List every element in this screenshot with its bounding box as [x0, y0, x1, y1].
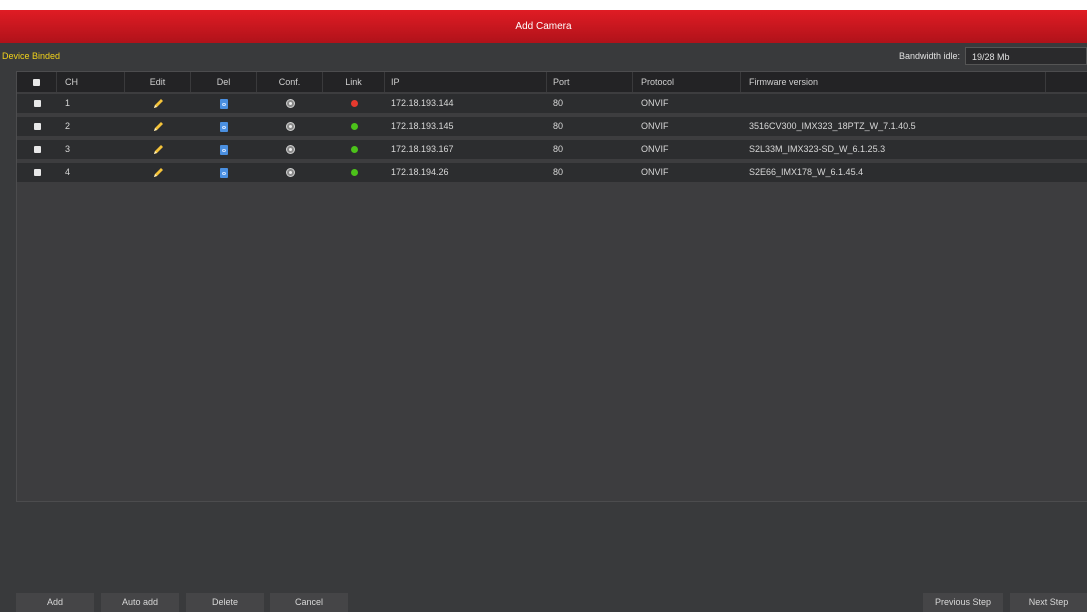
table-row[interactable]: 2 172.18.193.145 80 ONVIF 3516CV300_IMX323_1… — [17, 117, 1087, 138]
row-protocol: ONVIF — [641, 121, 669, 131]
row-ch: 4 — [65, 167, 71, 177]
row-protocol: ONVIF — [641, 144, 669, 154]
row-firmware: S2E66_IMX178_W_6.1.45.4 — [749, 167, 864, 177]
status-dot-icon — [323, 163, 385, 182]
table-row[interactable]: 1 172.18.193.144 80 ONVIF — [17, 94, 1087, 115]
cancel-button[interactable]: Cancel — [270, 593, 348, 612]
header-ip: IP — [385, 72, 547, 92]
auto-add-button[interactable]: Auto add — [101, 593, 179, 612]
header-conf: Conf. — [257, 72, 323, 92]
row-ip: 172.18.194.26 — [391, 167, 449, 177]
trash-icon[interactable] — [191, 163, 257, 182]
bandwidth-value-field: 19/28 Mb — [965, 47, 1087, 65]
row-firmware — [741, 94, 1054, 113]
row-ip: 172.18.193.144 — [391, 98, 454, 108]
row-ch: 3 — [65, 144, 71, 154]
bandwidth-label: Bandwidth idle: — [898, 51, 960, 61]
status-dot-icon — [323, 140, 385, 159]
header-edit: Edit — [125, 72, 191, 92]
trash-icon[interactable] — [191, 140, 257, 159]
gear-icon[interactable] — [257, 94, 323, 113]
pencil-icon[interactable] — [125, 94, 191, 113]
select-all-checkbox[interactable] — [17, 72, 57, 92]
row-ip: 172.18.193.167 — [391, 144, 454, 154]
delete-button[interactable]: Delete — [186, 593, 264, 612]
row-checkbox[interactable] — [17, 117, 57, 136]
previous-step-button[interactable]: Previous Step — [923, 593, 1003, 612]
trash-icon[interactable] — [191, 94, 257, 113]
status-dot-icon — [323, 94, 385, 113]
pencil-icon[interactable] — [125, 140, 191, 159]
header-protocol: Protocol — [633, 72, 741, 92]
row-protocol: ONVIF — [641, 98, 669, 108]
table-row[interactable]: 3 172.18.193.167 80 ONVIF S2L33M_IMX323-SD_W… — [17, 140, 1087, 161]
camera-table: CH Edit Del Conf. Link IP Port Protocol … — [16, 71, 1087, 502]
gear-icon[interactable] — [257, 140, 323, 159]
next-step-button[interactable]: Next Step — [1010, 593, 1087, 612]
row-ip: 172.18.193.145 — [391, 121, 454, 131]
header-link: Link — [323, 72, 385, 92]
row-checkbox[interactable] — [17, 140, 57, 159]
row-port: 80 — [553, 144, 564, 154]
row-checkbox[interactable] — [17, 163, 57, 182]
gear-icon[interactable] — [257, 163, 323, 182]
row-ch: 1 — [65, 98, 71, 108]
row-protocol: ONVIF — [641, 167, 669, 177]
row-port: 80 — [553, 121, 564, 131]
gear-icon[interactable] — [257, 117, 323, 136]
pencil-icon[interactable] — [125, 117, 191, 136]
row-port: 80 — [553, 167, 564, 177]
add-button[interactable]: Add — [16, 593, 94, 612]
add-camera-window: Add Camera Device Binded Bandwidth idle:… — [0, 10, 1087, 612]
header-ch: CH — [57, 72, 125, 92]
table-row[interactable]: 4 172.18.194.26 80 ONVIF S2E66_IMX178_W_6.1.… — [17, 163, 1087, 184]
trash-icon[interactable] — [191, 117, 257, 136]
pencil-icon[interactable] — [125, 163, 191, 182]
header-extra — [1046, 72, 1087, 92]
row-checkbox[interactable] — [17, 94, 57, 113]
row-firmware: 3516CV300_IMX323_18PTZ_W_7.1.40.5 — [749, 121, 916, 131]
device-binded-label: Device Binded — [2, 51, 61, 61]
header-port: Port — [547, 72, 633, 92]
window-title: Add Camera — [0, 10, 1087, 43]
row-ch: 2 — [65, 121, 71, 131]
status-dot-icon — [323, 117, 385, 136]
header-firmware: Firmware version — [741, 72, 1046, 92]
row-port: 80 — [553, 98, 564, 108]
table-header: CH Edit Del Conf. Link IP Port Protocol … — [17, 72, 1087, 92]
header-del: Del — [191, 72, 257, 92]
row-firmware: S2L33M_IMX323-SD_W_6.1.25.3 — [749, 144, 886, 154]
